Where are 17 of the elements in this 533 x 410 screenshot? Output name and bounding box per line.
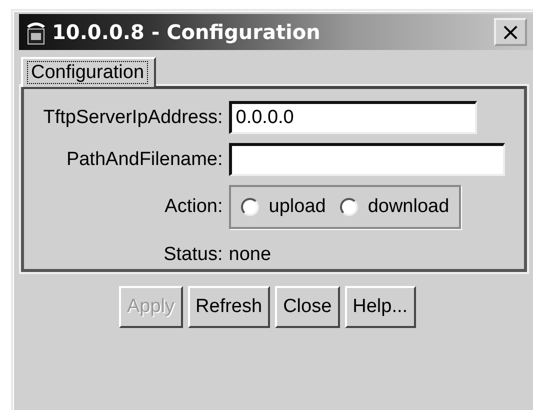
- field-label: Status:: [164, 244, 223, 266]
- window-title: 10.0.0.8 - Configuration: [52, 20, 322, 44]
- dialog-button[interactable]: Refresh: [188, 286, 270, 328]
- text-field[interactable]: 0.0.0.0: [228, 101, 477, 134]
- dialog-button[interactable]: Help...: [344, 286, 416, 328]
- tab[interactable]: Configuration: [21, 57, 156, 87]
- field-label: Action:: [164, 196, 223, 218]
- field-label: PathAndFilename:: [66, 148, 223, 170]
- status-value: none: [228, 243, 272, 267]
- text-field[interactable]: [228, 143, 505, 176]
- radio-label[interactable]: upload: [268, 196, 326, 218]
- radio-button[interactable]: [340, 198, 358, 216]
- dialog-button[interactable]: Close: [275, 286, 340, 328]
- field-label: TftpServerIpAddress:: [43, 106, 223, 128]
- close-button[interactable]: ×: [494, 18, 527, 46]
- radio-button[interactable]: [240, 198, 259, 216]
- radio-label[interactable]: download: [368, 196, 450, 218]
